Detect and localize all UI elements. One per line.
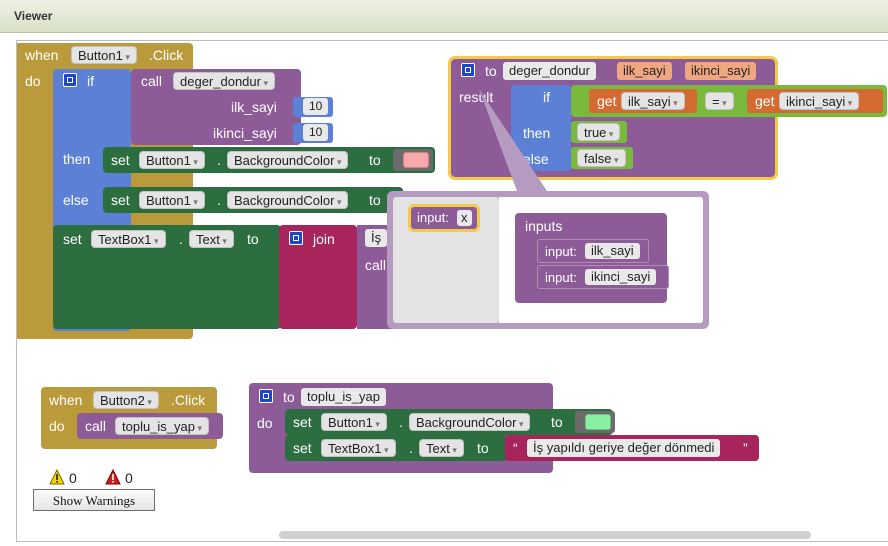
to-label: to	[477, 440, 489, 456]
blocks-workspace[interactable]: when Button1 .Click do if call deger_don…	[16, 40, 888, 542]
viewer-title: Viewer	[14, 9, 53, 23]
warning-count: 0	[69, 470, 77, 486]
component-dropdown[interactable]: TextBox1	[321, 439, 396, 457]
input-label: input:	[545, 244, 577, 259]
input-name-field[interactable]: x	[457, 210, 472, 226]
viewer-header: Viewer	[0, 0, 888, 33]
color-swatch-green[interactable]	[585, 414, 611, 430]
do-label: do	[49, 418, 65, 434]
property-dropdown[interactable]: Text	[419, 439, 464, 457]
input-item-name-2[interactable]: ikinci_sayi	[585, 269, 657, 285]
show-warnings-button[interactable]: Show Warnings	[33, 489, 155, 511]
input-label: input:	[545, 270, 577, 285]
to-label: to	[283, 389, 295, 405]
dot-label: .	[399, 414, 403, 430]
event-name: .Click	[171, 392, 206, 408]
do-label: do	[257, 415, 273, 431]
component-dropdown-button2[interactable]: Button2	[93, 391, 159, 409]
error-count: 0	[125, 470, 133, 486]
procedure-dropdown[interactable]: toplu_is_yap	[115, 417, 210, 435]
warning-icon	[49, 469, 65, 485]
set-textbox1-text[interactable]	[285, 435, 507, 461]
component-dropdown[interactable]: Button1	[321, 413, 387, 431]
inputs-title: inputs	[525, 218, 563, 234]
quote-open-icon: “	[513, 440, 518, 456]
when-label: when	[49, 392, 83, 408]
text-value-field[interactable]: İş yapıldı geriye değer dönmedi	[527, 439, 721, 457]
input-label: input:	[417, 210, 449, 225]
set-label: set	[293, 414, 312, 430]
mutator-icon[interactable]	[259, 389, 273, 403]
property-dropdown[interactable]: BackgroundColor	[409, 413, 531, 431]
set-label: set	[293, 440, 312, 456]
to-label: to	[551, 414, 563, 430]
procedure-name-field[interactable]: toplu_is_yap	[301, 388, 386, 406]
error-icon	[105, 469, 121, 485]
input-item-name-1[interactable]: ilk_sayi	[585, 243, 640, 259]
call-label: call	[85, 418, 107, 434]
horizontal-scrollbar[interactable]	[279, 531, 811, 539]
quote-close-icon: ”	[743, 440, 748, 456]
dot-label: .	[409, 440, 413, 456]
